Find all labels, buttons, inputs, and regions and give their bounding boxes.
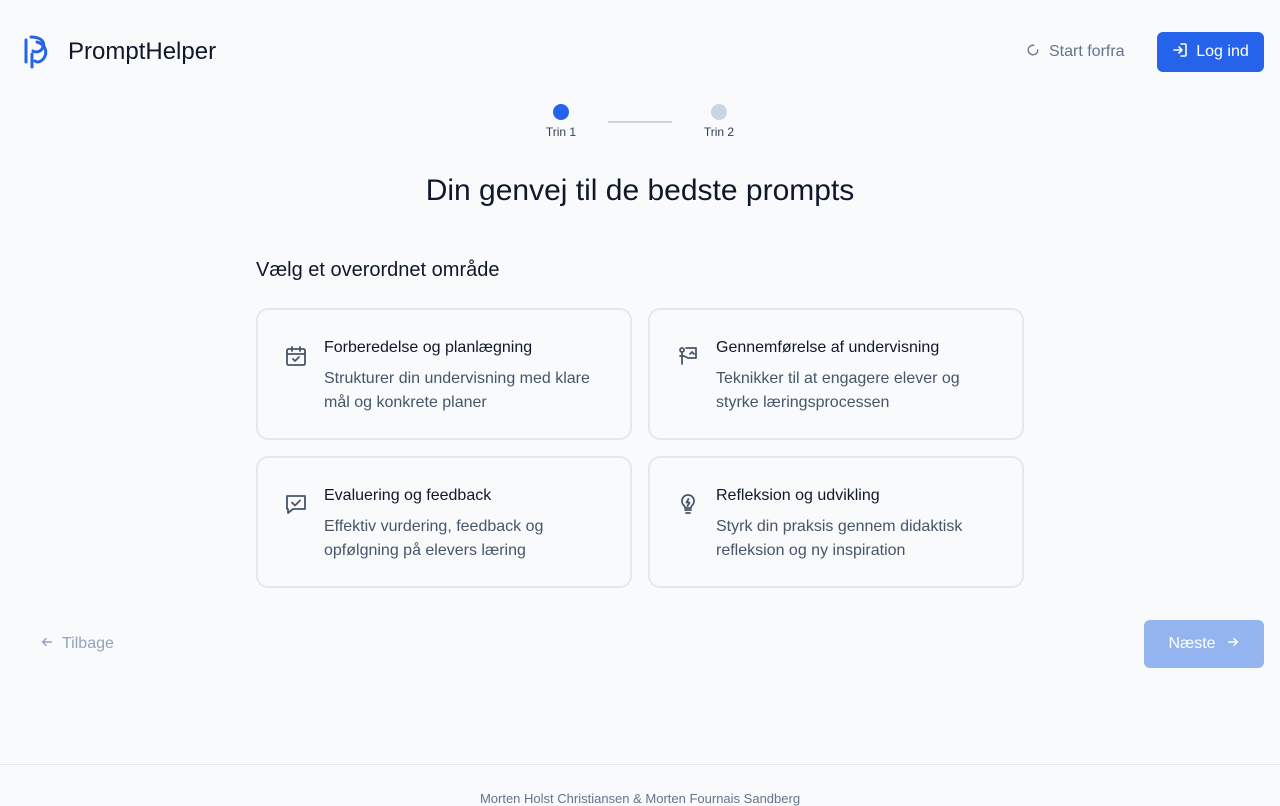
arrow-right-icon — [1226, 635, 1240, 654]
footer-credits: Morten Holst Christiansen & Morten Fourn… — [479, 791, 801, 806]
arrow-left-icon — [40, 635, 54, 654]
message-check-icon — [284, 492, 308, 516]
area-card-teaching[interactable]: Gennemførelse af undervisning Teknikker … — [648, 308, 1024, 440]
card-description: Styrk din praksis gennem didaktisk refle… — [716, 518, 963, 559]
login-label: Log ind — [1196, 43, 1249, 60]
area-card-evaluation[interactable]: Evaluering og feedback Effektiv vurderin… — [256, 456, 632, 588]
page-title: Din genvej til de bedste prompts — [425, 174, 855, 207]
step-2-label: Trin 2 — [703, 125, 735, 139]
prompthelper-logo-icon[interactable] — [24, 34, 50, 70]
next-button[interactable]: Næste — [1144, 620, 1264, 668]
footer: Morten Holst Christiansen & Morten Fourn… — [0, 764, 1280, 806]
card-title: Gennemførelse af undervisning — [716, 339, 940, 356]
step-1-dot — [553, 104, 569, 120]
back-label: Tilbage — [62, 635, 114, 652]
login-button[interactable]: Log ind — [1157, 32, 1264, 72]
card-title: Evaluering og feedback — [324, 487, 492, 504]
card-description: Teknikker til at engagere elever og styr… — [716, 370, 960, 411]
back-button[interactable]: Tilbage — [40, 628, 114, 660]
presentation-icon — [676, 344, 700, 368]
card-title: Refleksion og udvikling — [716, 487, 880, 504]
step-1-label: Trin 1 — [545, 125, 577, 139]
refresh-icon — [1026, 43, 1040, 62]
restart-button[interactable]: Start forfra — [1016, 34, 1135, 70]
card-description: Effektiv vurdering, feedback og opfølgni… — [324, 518, 544, 559]
restart-label: Start forfra — [1049, 43, 1125, 60]
stepper: Trin 1 Trin 2 — [0, 100, 1280, 145]
card-title: Forberedelse og planlægning — [324, 339, 533, 356]
next-label: Næste — [1168, 635, 1216, 652]
lightbulb-icon — [676, 492, 700, 516]
area-card-reflection[interactable]: Refleksion og udvikling Styrk din praksi… — [648, 456, 1024, 588]
section-heading: Vælg et overordnet område — [256, 259, 500, 281]
card-description: Strukturer din undervisning med klare må… — [324, 370, 590, 411]
calendar-check-icon — [284, 344, 308, 368]
step-1: Trin 1 — [531, 104, 591, 140]
area-card-planning[interactable]: Forberedelse og planlægning Strukturer d… — [256, 308, 632, 440]
header: PromptHelper Start forfra Log ind — [0, 0, 1280, 100]
login-icon — [1172, 42, 1188, 63]
step-connector — [608, 121, 672, 123]
brand-name[interactable]: PromptHelper — [68, 37, 216, 67]
step-2-dot — [711, 104, 727, 120]
step-2: Trin 2 — [689, 104, 749, 140]
